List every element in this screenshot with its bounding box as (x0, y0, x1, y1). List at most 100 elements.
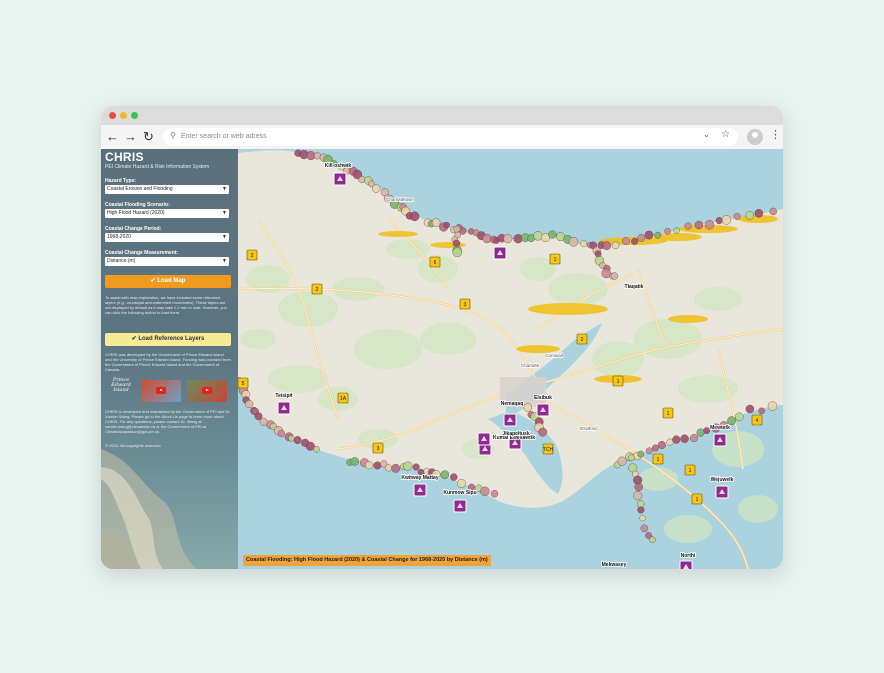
coastal-change-point[interactable] (409, 211, 420, 222)
coastal-change-point[interactable] (672, 435, 681, 444)
forward-button[interactable]: → (124, 128, 137, 145)
coastal-change-point[interactable] (617, 456, 627, 466)
flood-scenario-select[interactable]: High Flood Hazard (2020) ▼ (105, 209, 229, 218)
highway-shield: 2 (311, 283, 323, 295)
coastal-change-point[interactable] (634, 482, 643, 492)
coastal-change-point[interactable] (649, 536, 656, 544)
coastal-change-point[interactable] (727, 416, 736, 426)
kebab-menu-icon[interactable]: ⋮ (770, 128, 781, 141)
coastal-change-point[interactable] (350, 457, 359, 466)
map-canvas[interactable]: 2 2 6 3 1 2 1 1 4 1 5 3 1A 1 1 TCH Kill-oshwik Tlaqatik T… (238, 149, 783, 569)
coastal-change-point[interactable] (245, 399, 254, 409)
coastal-change-point[interactable] (680, 434, 689, 443)
coastal-change-point[interactable] (622, 237, 630, 245)
hazard-type-select[interactable]: Coastal Erosion and Flooding ▼ (105, 185, 229, 194)
coastal-change-point[interactable] (611, 241, 620, 250)
title-bar (101, 106, 783, 125)
load-reference-layers-button[interactable]: ✔ Load Reference Layers (105, 333, 231, 346)
coastal-change-point[interactable] (453, 225, 461, 233)
change-period-select[interactable]: 1968-2020 ▼ (105, 233, 229, 242)
coastal-change-point[interactable] (684, 222, 692, 230)
coastal-change-point[interactable] (694, 220, 704, 230)
coastal-change-point[interactable] (633, 491, 643, 501)
coastal-change-point[interactable] (654, 231, 662, 239)
coastal-change-point[interactable] (657, 441, 666, 450)
coastal-change-point[interactable] (373, 461, 382, 470)
coastal-change-point[interactable] (490, 490, 499, 498)
coastal-change-point[interactable] (704, 220, 715, 230)
video-thumbnail-2[interactable] (187, 380, 227, 402)
coastal-change-point[interactable] (745, 404, 755, 414)
coastal-change-point[interactable] (602, 241, 612, 251)
place-label: Cornwall (545, 353, 563, 358)
coastal-change-point[interactable] (767, 401, 778, 411)
coastal-change-point[interactable] (690, 434, 699, 443)
bookmark-star-icon[interactable]: ☆ (721, 129, 730, 140)
coastal-change-point[interactable] (277, 429, 286, 438)
coastal-change-point[interactable] (313, 445, 320, 453)
coastal-change-point[interactable] (769, 207, 777, 216)
coastal-change-point[interactable] (580, 240, 588, 248)
coastal-change-point[interactable] (758, 407, 765, 415)
coastal-change-point[interactable] (733, 212, 741, 220)
place-label: Northi (681, 553, 696, 559)
load-map-button[interactable]: ✔ Load Map (105, 275, 231, 288)
back-button[interactable]: ← (106, 128, 119, 145)
coastal-change-point[interactable] (640, 524, 649, 533)
profile-avatar[interactable] (747, 129, 763, 145)
coastal-change-point[interactable] (452, 247, 463, 258)
video-thumbnail-1[interactable] (141, 380, 181, 402)
minimize-window-icon[interactable] (120, 112, 127, 119)
coastal-change-point[interactable] (538, 427, 548, 437)
coastal-change-point[interactable] (637, 233, 646, 242)
map-view[interactable]: 2 2 6 3 1 2 1 1 4 1 5 3 1A 1 1 TCH Kill-oshwik Tlaqatik T… (238, 149, 783, 569)
address-bar[interactable]: ⚲ Enter search or web adress ⌄ ☆ (163, 128, 738, 146)
coastal-change-point[interactable] (431, 218, 441, 227)
coastal-change-point[interactable] (450, 473, 458, 481)
coastal-change-point[interactable] (664, 227, 671, 235)
coastal-change-point[interactable] (523, 403, 532, 412)
chevron-down-icon[interactable]: ⌄ (703, 130, 710, 139)
coastal-change-point[interactable] (627, 454, 635, 462)
coastal-change-point[interactable] (637, 450, 645, 458)
reload-button[interactable]: ↻ (143, 128, 154, 145)
coastal-change-point[interactable] (637, 506, 645, 514)
coastal-change-point[interactable] (721, 215, 732, 225)
coastal-change-point[interactable] (745, 211, 755, 220)
coastal-change-point[interactable] (533, 231, 543, 241)
coastal-change-point[interactable] (412, 463, 420, 471)
coastal-change-point[interactable] (443, 221, 450, 229)
highway-shield-label: 3 (377, 446, 380, 452)
coastal-change-point[interactable] (371, 184, 381, 193)
coastal-change-point[interactable] (288, 434, 295, 442)
coastal-change-point[interactable] (568, 237, 579, 247)
app-subtitle: PEI Climate Hazard & Risk Information Sy… (105, 164, 210, 170)
coastal-change-point[interactable] (456, 478, 466, 488)
coastal-change-point[interactable] (696, 428, 705, 437)
coastal-change-point[interactable] (639, 514, 646, 522)
coastal-change-point[interactable] (644, 230, 654, 240)
coastal-change-point[interactable] (293, 436, 302, 444)
coastal-change-point[interactable] (610, 272, 619, 280)
coastal-change-point[interactable] (631, 237, 639, 245)
coastal-change-point[interactable] (480, 486, 490, 496)
coastal-change-point[interactable] (548, 230, 557, 239)
coastal-change-point[interactable] (503, 233, 513, 244)
maximize-window-icon[interactable] (131, 112, 138, 119)
coastal-change-point[interactable] (703, 427, 711, 434)
coastal-change-point[interactable] (365, 461, 374, 470)
coastal-change-point[interactable] (754, 209, 764, 218)
coastal-change-point[interactable] (391, 463, 401, 473)
coastal-change-point[interactable] (645, 447, 653, 455)
coastal-change-point[interactable] (651, 444, 659, 452)
close-window-icon[interactable] (109, 112, 116, 119)
coastal-change-point[interactable] (734, 412, 744, 422)
coastal-change-point[interactable] (715, 217, 723, 225)
coastal-change-point[interactable] (673, 227, 680, 234)
coastal-change-point[interactable] (482, 233, 492, 244)
coastal-change-point[interactable] (440, 470, 450, 480)
measurement-select[interactable]: Distance (m) ▼ (105, 257, 229, 266)
coastal-change-point[interactable] (403, 461, 413, 471)
highway-shield-label: 1 (667, 411, 670, 417)
coastal-change-point[interactable] (384, 464, 393, 472)
